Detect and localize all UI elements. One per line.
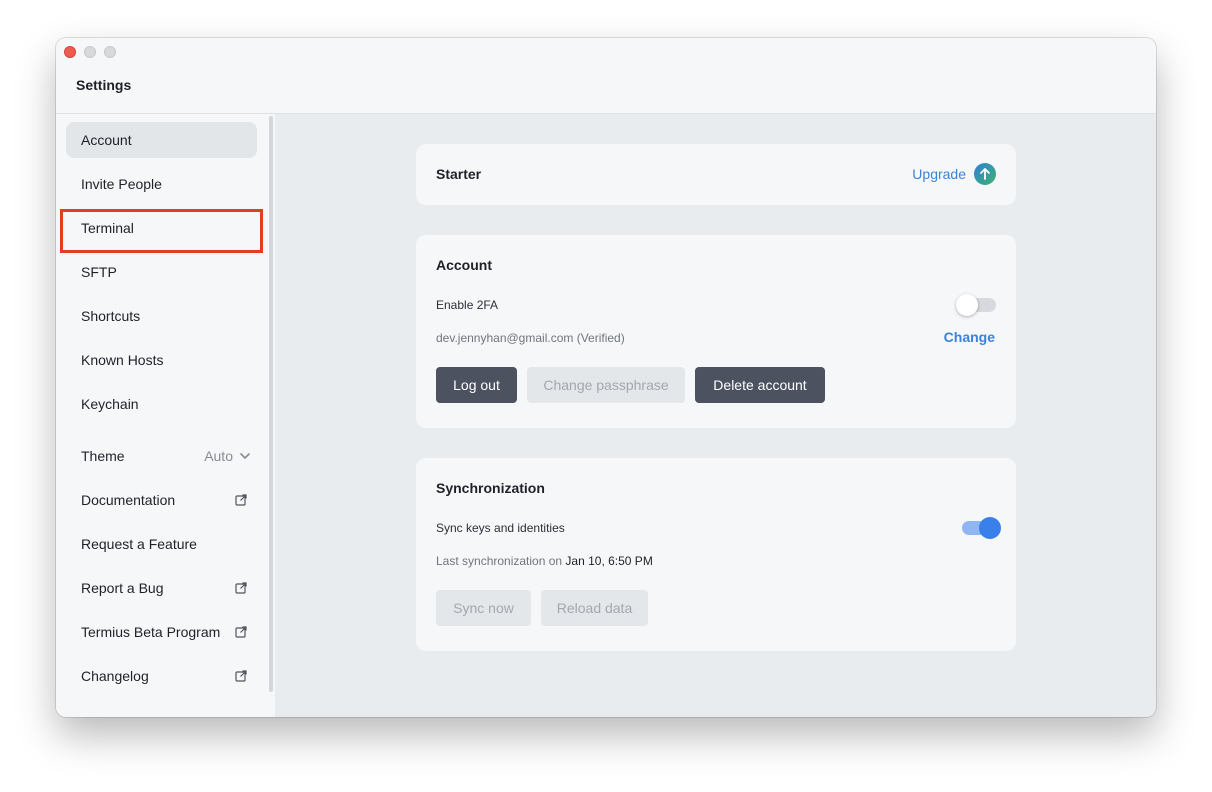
sidebar-link-report-bug[interactable]: Report a Bug	[66, 570, 257, 606]
account-card: Account Enable 2FA dev.jennyhan@gmail.co…	[416, 235, 1016, 428]
sidebar-link-changelog[interactable]: Changelog	[66, 658, 257, 694]
change-passphrase-button[interactable]: Change passphrase	[527, 367, 685, 403]
last-sync-info: Last synchronization on Jan 10, 6:50 PM	[436, 554, 653, 568]
account-title: Account	[436, 257, 492, 273]
sidebar-item-label: Shortcuts	[81, 308, 141, 324]
external-link-icon	[235, 670, 247, 682]
sidebar: Account Invite People Terminal SFTP Shor…	[56, 114, 275, 717]
sidebar-item-terminal[interactable]: Terminal	[66, 210, 257, 246]
external-link-icon	[235, 494, 247, 506]
enable-2fa-toggle[interactable]	[956, 294, 996, 316]
sidebar-link-label: Request a Feature	[81, 536, 197, 552]
close-window-button[interactable]	[64, 46, 76, 58]
sync-card: Synchronization Sync keys and identities…	[416, 458, 1016, 651]
sidebar-item-known-hosts[interactable]: Known Hosts	[66, 342, 257, 378]
sidebar-item-shortcuts[interactable]: Shortcuts	[66, 298, 257, 334]
toggle-knob	[979, 517, 1001, 539]
window-title: Settings	[76, 77, 132, 93]
zoom-window-button[interactable]	[104, 46, 116, 58]
sidebar-item-sftp[interactable]: SFTP	[66, 254, 257, 290]
minimize-window-button[interactable]	[84, 46, 96, 58]
chevron-down-icon	[240, 453, 250, 459]
sidebar-scrollbar[interactable]	[269, 116, 273, 692]
change-email-link[interactable]: Change	[944, 329, 995, 345]
sidebar-link-label: Changelog	[81, 668, 149, 684]
toggle-knob	[956, 294, 978, 316]
account-email: dev.jennyhan@gmail.com (Verified)	[436, 331, 625, 345]
external-link-icon	[235, 582, 247, 594]
upgrade-label: Upgrade	[912, 166, 966, 182]
theme-label: Theme	[81, 448, 125, 464]
sidebar-item-label: Invite People	[81, 176, 162, 192]
last-sync-time: Jan 10, 6:50 PM	[565, 554, 653, 568]
sidebar-item-label: Terminal	[81, 220, 134, 236]
sidebar-item-keychain[interactable]: Keychain	[66, 386, 257, 422]
sidebar-link-label: Documentation	[81, 492, 176, 508]
theme-select[interactable]: Theme Auto	[66, 438, 257, 474]
sidebar-link-documentation[interactable]: Documentation	[66, 482, 257, 518]
settings-window: Settings Account Invite People Terminal …	[56, 38, 1156, 717]
sidebar-link-request-feature[interactable]: Request a Feature	[66, 526, 257, 562]
sidebar-item-label: Account	[81, 132, 132, 148]
theme-value: Auto	[204, 448, 233, 464]
sidebar-item-label: Known Hosts	[81, 352, 164, 368]
title-bar: Settings	[56, 38, 1156, 114]
sidebar-link-label: Termius Beta Program	[81, 624, 221, 640]
delete-account-button[interactable]: Delete account	[695, 367, 825, 403]
enable-2fa-label: Enable 2FA	[436, 298, 499, 312]
upgrade-link[interactable]: Upgrade	[912, 163, 996, 185]
sync-keys-toggle[interactable]	[962, 517, 1001, 539]
external-link-icon	[235, 626, 247, 638]
plan-card: Starter Upgrade	[416, 144, 1016, 205]
sync-now-button[interactable]: Sync now	[436, 590, 531, 626]
sync-title: Synchronization	[436, 480, 545, 496]
sidebar-item-label: SFTP	[81, 264, 117, 280]
sidebar-item-label: Keychain	[81, 396, 139, 412]
sidebar-item-account[interactable]: Account	[66, 122, 257, 158]
plan-title: Starter	[436, 166, 482, 182]
logout-button[interactable]: Log out	[436, 367, 517, 403]
sidebar-link-label: Report a Bug	[81, 580, 164, 596]
sidebar-link-beta-program[interactable]: Termius Beta Program	[66, 614, 257, 650]
arrow-up-circle-icon	[974, 163, 996, 185]
sidebar-item-invite-people[interactable]: Invite People	[66, 166, 257, 202]
reload-data-button[interactable]: Reload data	[541, 590, 648, 626]
sync-keys-label: Sync keys and identities	[436, 521, 565, 535]
last-sync-prefix: Last synchronization on	[436, 554, 563, 568]
